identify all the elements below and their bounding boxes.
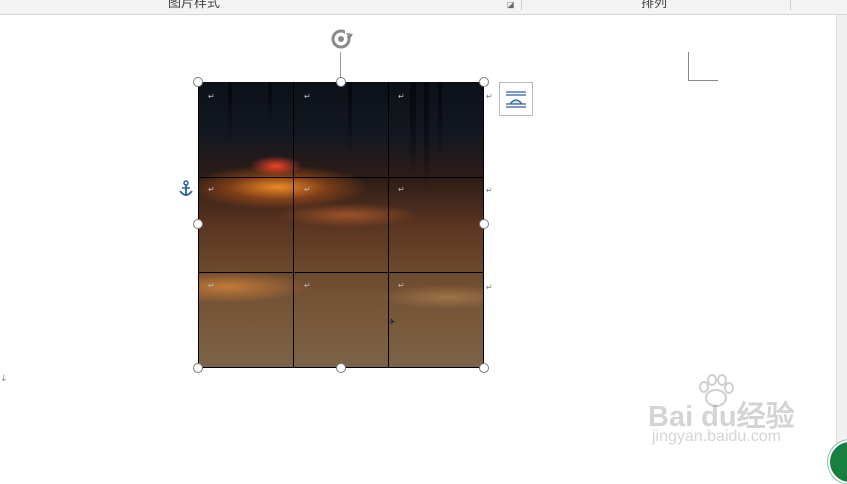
row-end-mark: ↵ bbox=[486, 186, 493, 195]
resize-handle-right[interactable] bbox=[479, 219, 489, 229]
table-gridline bbox=[293, 82, 294, 368]
row-end-mark: ↵ bbox=[486, 283, 493, 292]
table-gridline bbox=[198, 272, 484, 273]
image-streak bbox=[268, 82, 272, 127]
margin-corner-mark bbox=[688, 52, 689, 81]
image-streak bbox=[348, 82, 352, 157]
cell-paragraph-mark: ↵ bbox=[304, 281, 311, 290]
vertical-scrollbar[interactable] bbox=[836, 15, 847, 466]
resize-handle-left[interactable] bbox=[193, 219, 203, 229]
row-end-mark: ↵ bbox=[486, 92, 493, 101]
resize-handle-top[interactable] bbox=[336, 77, 346, 87]
cell-paragraph-mark: ↵ bbox=[398, 185, 405, 194]
rotate-handle-icon[interactable] bbox=[328, 26, 354, 52]
airplane-icon: ✈ bbox=[388, 318, 396, 328]
resize-handle-bottom-right[interactable] bbox=[479, 363, 489, 373]
group-separator bbox=[521, 0, 522, 10]
cell-paragraph-mark: ↵ bbox=[208, 281, 215, 290]
cell-paragraph-mark: ↵ bbox=[398, 92, 405, 101]
image-streak bbox=[438, 82, 442, 162]
margin-corner-mark bbox=[688, 80, 718, 81]
watermark-url: jingyan.baidu.com bbox=[652, 428, 781, 445]
cell-paragraph-mark: ↵ bbox=[304, 92, 311, 101]
arrange-group-label: 排列 bbox=[641, 0, 668, 11]
selected-picture[interactable]: ↵ ↵ ↵ ↵ ↵ ↵ ↵ ↵ ↵ ✈ bbox=[198, 82, 484, 368]
anchor-icon bbox=[179, 180, 193, 196]
layout-options-icon bbox=[506, 91, 526, 108]
image-streak bbox=[424, 82, 429, 192]
rotation-stem bbox=[340, 52, 341, 78]
resize-handle-top-left[interactable] bbox=[193, 77, 203, 87]
resize-handle-top-right[interactable] bbox=[479, 77, 489, 87]
layout-options-button[interactable] bbox=[499, 82, 533, 116]
cell-paragraph-mark: ↵ bbox=[208, 185, 215, 194]
dialog-launcher-icon[interactable]: ◪ bbox=[507, 1, 515, 9]
group-separator bbox=[790, 0, 791, 10]
resize-handle-bottom-left[interactable] bbox=[193, 363, 203, 373]
table-gridline bbox=[198, 177, 484, 178]
cell-paragraph-mark: ↵ bbox=[208, 92, 215, 101]
image-streak bbox=[410, 82, 416, 177]
cell-paragraph-mark: ↵ bbox=[304, 185, 311, 194]
picture-styles-group-label: 图片样式 bbox=[168, 0, 221, 11]
paragraph-mark: ↓ bbox=[0, 374, 8, 384]
cell-paragraph-mark: ↵ bbox=[398, 281, 405, 290]
image-streak bbox=[228, 82, 232, 142]
resize-handle-bottom[interactable] bbox=[336, 363, 346, 373]
ribbon-group-bar: 图片样式 ◪ 排列 bbox=[0, 0, 847, 15]
